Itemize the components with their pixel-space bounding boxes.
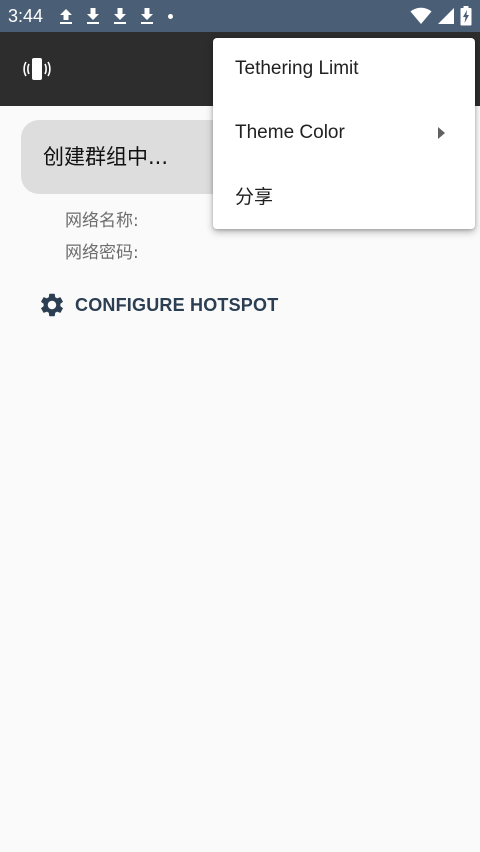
configure-hotspot-label: CONFIGURE HOTSPOT [75, 294, 279, 315]
menu-item-label: 分享 [235, 186, 274, 208]
menu-item-theme-color[interactable]: Theme Color [213, 102, 475, 165]
status-time: 3:44 [8, 6, 44, 26]
menu-item-label: Theme Color [235, 122, 345, 143]
menu-item-share[interactable]: 分享 [213, 166, 475, 229]
overflow-menu: Tethering Limit Theme Color 分享 [213, 38, 475, 229]
hotspot-status-text: 创建群组中... [43, 145, 169, 169]
status-system-icons [405, 6, 472, 26]
battery-charging-icon [460, 6, 472, 26]
menu-item-tethering-limit[interactable]: Tethering Limit [213, 38, 475, 101]
network-password-label: 网络密码: [65, 243, 139, 263]
network-name-label: 网络名称: [65, 211, 139, 231]
phone-vibrate-icon [23, 58, 51, 80]
submenu-arrow-icon [438, 127, 445, 139]
gear-icon [41, 293, 63, 317]
status-bar: 3:44 [0, 0, 480, 32]
menu-item-label: Tethering Limit [235, 58, 359, 79]
upload-icon [60, 9, 72, 24]
download-icon [141, 8, 153, 24]
status-notifications [58, 6, 173, 26]
notification-dot-icon [168, 13, 173, 19]
signal-icon [438, 8, 454, 24]
download-icon [114, 8, 126, 24]
download-icon [87, 8, 99, 24]
wifi-icon [410, 7, 432, 24]
configure-hotspot-button[interactable]: CONFIGURE HOTSPOT [38, 290, 278, 320]
